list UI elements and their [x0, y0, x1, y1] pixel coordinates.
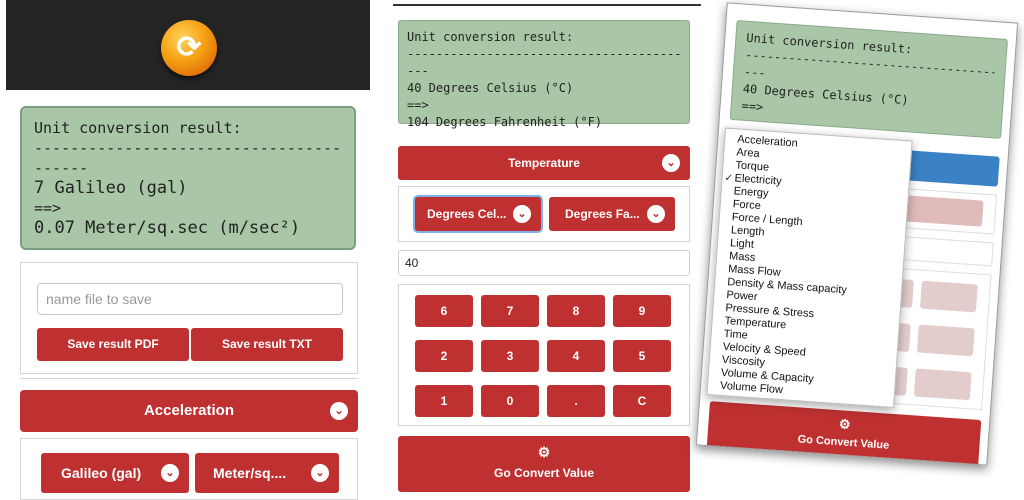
numeric-keypad: 6 7 8 9 2 3 4 5 1 0 . C: [398, 284, 690, 426]
unit-selectors: Galileo (gal) ⌄ Meter/sq.... ⌄: [20, 438, 358, 500]
result-arrow: ==>: [34, 199, 62, 217]
key-button[interactable]: 6: [415, 295, 473, 327]
gear-icon: ⚙: [537, 444, 551, 460]
key-button[interactable]: 0: [481, 385, 539, 417]
top-border: [393, 4, 701, 6]
chevron-down-icon: ⌄: [662, 154, 680, 172]
key-button[interactable]: 2: [415, 340, 473, 372]
unit-to-label: Degrees Fa...: [565, 207, 640, 221]
result-separator: ---: [407, 64, 429, 78]
unit-to-select[interactable]: Degrees Fa... ⌄: [549, 197, 675, 231]
key-button[interactable]: 9: [613, 295, 671, 327]
key-button[interactable]: 5: [613, 340, 671, 372]
app-screen-acceleration: ⟳ Unit conversion result: --------------…: [6, 0, 370, 500]
result-from-value: 7 Galileo (gal): [34, 178, 188, 198]
key-button[interactable]: .: [547, 385, 605, 417]
key-button[interactable]: [913, 368, 972, 401]
file-name-input[interactable]: name file to save: [37, 283, 343, 315]
unit-from-select[interactable]: Degrees Cel... ⌄: [415, 197, 541, 231]
unit-to-select[interactable]: Meter/sq.... ⌄: [195, 453, 339, 493]
key-button[interactable]: C: [613, 385, 671, 417]
divider: [20, 378, 358, 379]
category-select[interactable]: Temperature ⌄: [398, 146, 690, 180]
key-button[interactable]: 7: [481, 295, 539, 327]
result-to-value: 0.07 Meter/sq.sec (m/sec²): [34, 218, 301, 238]
chevron-down-icon: ⌄: [647, 205, 665, 223]
category-label: Temperature: [508, 156, 580, 170]
chevron-down-icon: ⌄: [311, 464, 329, 482]
convert-button[interactable]: ⚙ Go Convert Value: [398, 436, 690, 492]
result-separator: ----------------------------------------…: [34, 139, 342, 157]
result-display: Unit conversion result: ----------------…: [398, 20, 690, 129]
result-arrow: ==>: [407, 98, 429, 112]
result-separator: ------: [34, 159, 89, 177]
chevron-down-icon: ⌄: [330, 402, 348, 420]
unit-from-select[interactable]: Galileo (gal) ⌄: [41, 453, 189, 493]
unit-from-label: Galileo (gal): [61, 465, 142, 481]
app-header: ⟳: [6, 0, 370, 90]
result-display: Unit conversion result: ----------------…: [729, 20, 1008, 139]
value-input[interactable]: 40: [398, 250, 690, 276]
result-to-value: 104 Degrees Fahrenheit (°F): [407, 115, 603, 129]
result-separator: ----------------------------------------…: [407, 47, 681, 61]
tilted-screenshot: Unit conversion result: ----------------…: [695, 2, 1019, 466]
result-title: Unit conversion result:: [34, 119, 242, 137]
convert-label: Go Convert Value: [493, 466, 595, 480]
unit-from-label: Degrees Cel...: [427, 207, 507, 221]
result-title: Unit conversion result:: [407, 30, 574, 44]
key-button[interactable]: 8: [547, 295, 605, 327]
checkmark-icon: ✓: [724, 172, 734, 185]
category-dropdown-menu: Acceleration Area Torque ✓ Electricity En…: [706, 127, 913, 409]
convert-button[interactable]: ⚙ Go Convert Value: [706, 401, 982, 466]
app-screen-temperature: Unit conversion result: ----------------…: [393, 0, 701, 500]
result-display: Unit conversion result: ----------------…: [20, 106, 356, 250]
category-select[interactable]: Acceleration ⌄: [20, 390, 358, 432]
unit-selectors: Degrees Cel... ⌄ Degrees Fa... ⌄: [398, 186, 690, 242]
unit-to-label: Meter/sq....: [213, 465, 287, 481]
result-from-value: 40 Degrees Celsius (°C): [407, 81, 574, 95]
save-panel: name file to save Save result PDF Save r…: [20, 262, 358, 374]
key-button[interactable]: 3: [481, 340, 539, 372]
key-button[interactable]: 4: [547, 340, 605, 372]
key-button[interactable]: [916, 324, 975, 357]
save-pdf-button[interactable]: Save result PDF: [37, 328, 189, 361]
chevron-down-icon: ⌄: [161, 464, 179, 482]
chevron-down-icon: ⌄: [513, 205, 531, 223]
key-button[interactable]: 1: [415, 385, 473, 417]
key-button[interactable]: [919, 280, 978, 313]
app-screen-category-dropdown: Unit conversion result: ----------------…: [695, 0, 1024, 500]
category-label: Acceleration: [143, 402, 235, 419]
save-txt-button[interactable]: Save result TXT: [191, 328, 343, 361]
refresh-logo-icon: ⟳: [161, 20, 217, 76]
